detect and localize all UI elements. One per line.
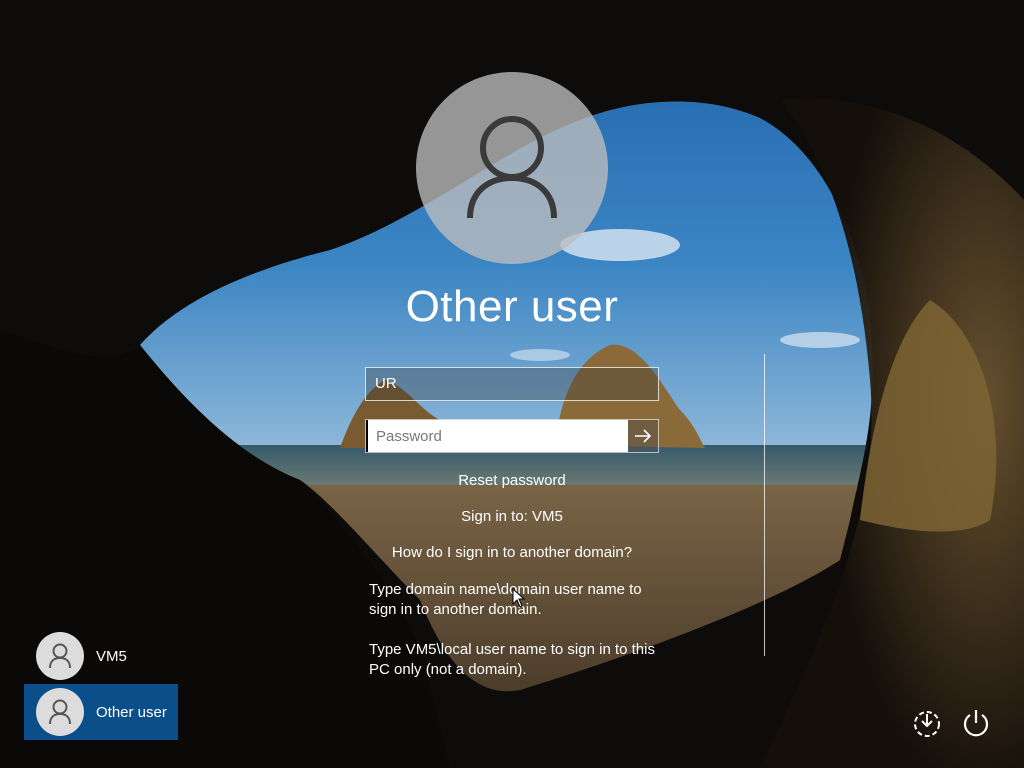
arrow-right-icon	[635, 429, 652, 443]
user-tile-vm5[interactable]: VM5	[24, 628, 178, 684]
user-icon	[467, 116, 557, 219]
sign-in-to-label: Sign in to: VM5	[461, 508, 563, 525]
other-domain-link[interactable]: How do I sign in to another domain?	[312, 544, 712, 561]
reset-password-link[interactable]: Reset password	[312, 472, 712, 489]
power-icon[interactable]	[960, 707, 992, 739]
user-icon	[36, 632, 84, 680]
user-tile-label: Other user	[96, 703, 167, 721]
username-field[interactable]: UR	[365, 367, 659, 401]
page-title: Other user	[405, 282, 619, 331]
divider	[764, 354, 765, 656]
mouse-cursor	[512, 588, 526, 608]
password-input[interactable]	[366, 420, 628, 452]
ease-of-access-icon[interactable]	[911, 707, 943, 739]
submit-button[interactable]	[628, 420, 658, 452]
user-avatar	[416, 72, 608, 264]
user-tile-other-user[interactable]: Other user	[24, 684, 178, 740]
help-text-local: Type VM5\local user name to sign in to t…	[369, 641, 655, 678]
user-icon	[36, 688, 84, 736]
user-tile-label: VM5	[96, 647, 127, 665]
password-row	[365, 419, 659, 453]
